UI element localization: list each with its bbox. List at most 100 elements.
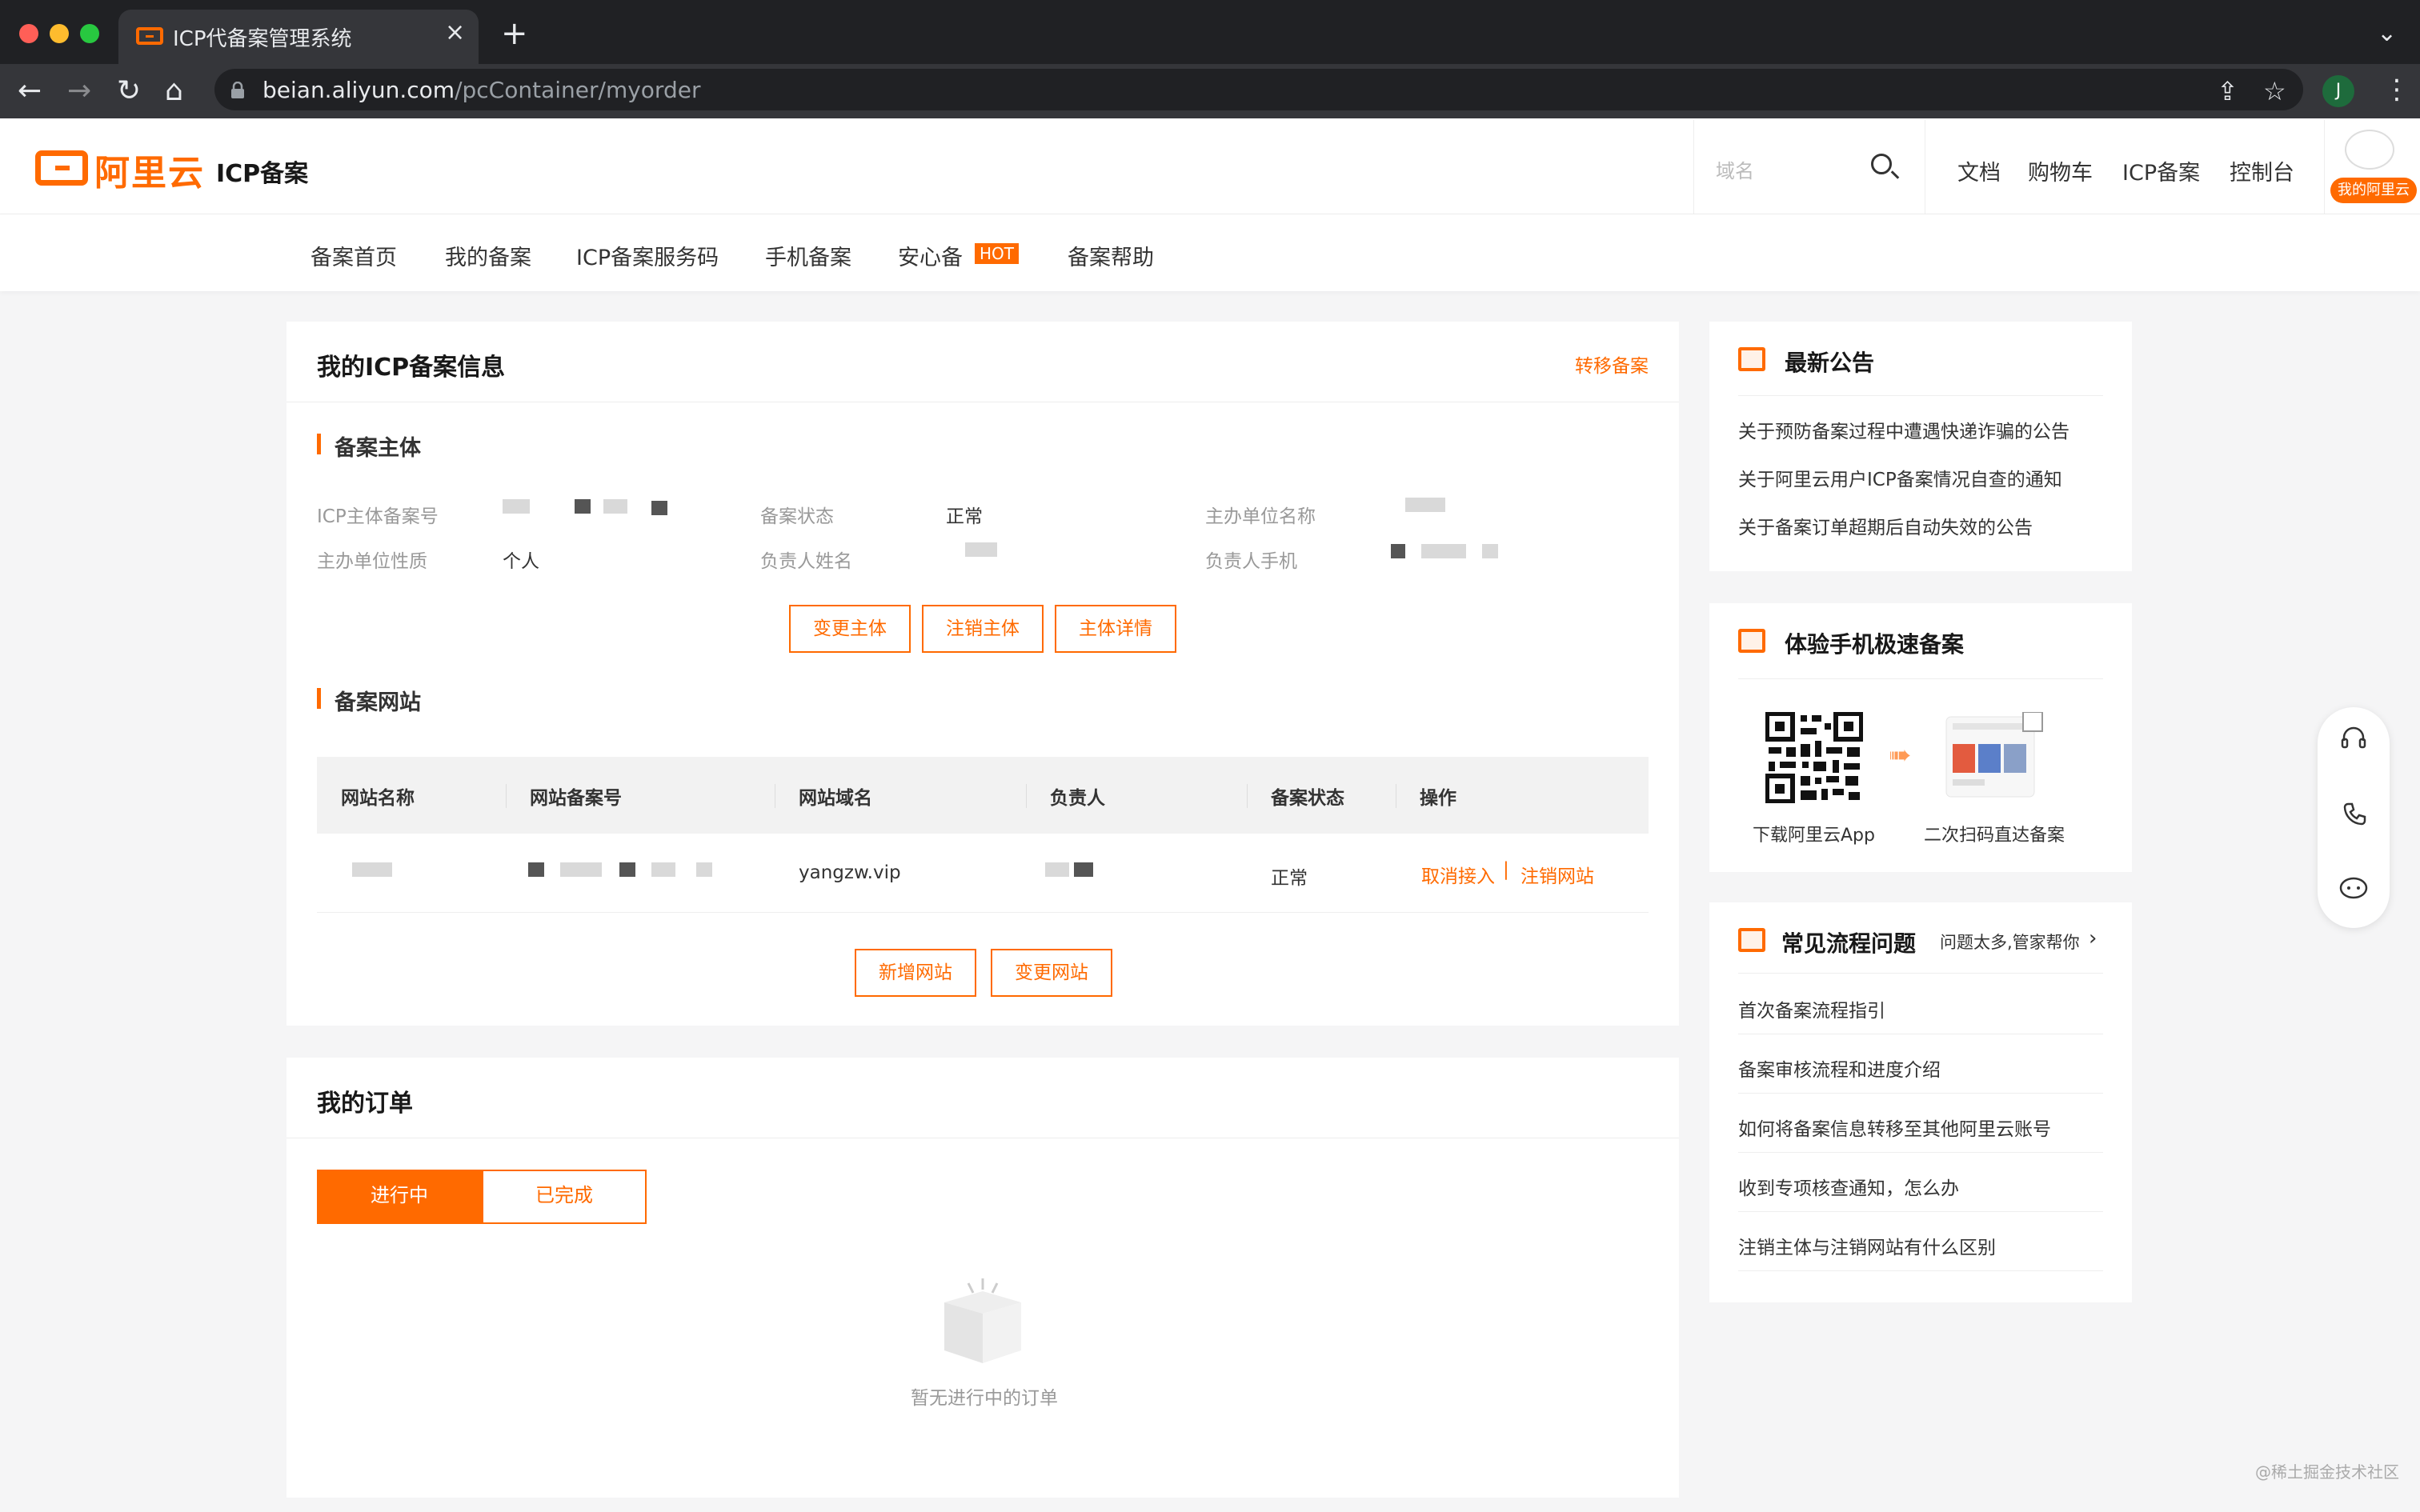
announcement-link[interactable]: 关于预防备案过程中遭遇快递诈骗的公告 <box>1738 416 2069 443</box>
browser-menu-icon[interactable]: ⋮ <box>2383 74 2410 106</box>
subject-section-title: 备案主体 <box>335 436 421 461</box>
header-link-docs[interactable]: 文档 <box>1957 155 2001 186</box>
my-aliyun-badge[interactable]: 我的阿里云 <box>2330 178 2417 203</box>
col-actions: 操作 <box>1420 788 1456 809</box>
arrow-right-icon: ➠ <box>1889 739 1912 771</box>
phone-icon[interactable] <box>2342 802 2367 827</box>
faq-helper-link[interactable]: 问题太多,管家帮你 <box>1940 930 2080 954</box>
mobile-title: 体验手机极速备案 <box>1785 631 1965 658</box>
forward-arrow-icon[interactable]: → <box>67 75 91 107</box>
tab-in-progress[interactable]: 进行中 <box>317 1170 482 1224</box>
item-divider <box>1738 1093 2103 1094</box>
deregister-subject-button[interactable]: 注销主体 <box>922 605 1044 653</box>
col-owner: 负责人 <box>1050 788 1105 809</box>
col-separator <box>1247 784 1248 808</box>
faq-item[interactable]: 注销主体与注销网站有什么区别 <box>1738 1232 1996 1259</box>
add-website-button[interactable]: 新增网站 <box>855 949 976 997</box>
cancel-access-link[interactable]: 取消接入 <box>1421 861 1495 888</box>
hot-badge: HOT <box>975 243 1019 264</box>
chevron-right-icon[interactable]: › <box>2089 926 2097 950</box>
app-download-qr-code[interactable] <box>1765 712 1863 803</box>
faq-icon <box>1738 928 1765 952</box>
tab-search-chevron-icon[interactable]: ⌄ <box>2377 19 2397 47</box>
home-icon[interactable]: ⌂ <box>165 75 183 107</box>
domain-search-input[interactable]: 域名 <box>1716 155 1754 183</box>
faq-item[interactable]: 首次备案流程指引 <box>1738 995 1885 1022</box>
profile-avatar[interactable]: J <box>2322 75 2354 107</box>
subnav-mobile[interactable]: 手机备案 <box>765 240 851 271</box>
app-scan-screen-icon <box>1945 712 2043 798</box>
col-domain: 网站域名 <box>799 788 872 809</box>
record-no-label: ICP主体备案号 <box>317 506 439 527</box>
owner-name-label: 负责人姓名 <box>760 551 852 572</box>
faq-item[interactable]: 如何将备案信息转移至其他阿里云账号 <box>1738 1114 2051 1141</box>
subnav-service-code[interactable]: ICP备案服务码 <box>576 240 719 271</box>
aliyun-favicon-icon <box>136 27 163 45</box>
product-name[interactable]: ICP备案 <box>216 154 308 189</box>
record-no-redacted <box>503 498 667 515</box>
row-divider <box>317 912 1649 913</box>
address-url[interactable]: beian.aliyun.com/pcContainer/myorder <box>262 77 700 103</box>
reload-icon[interactable]: ↻ <box>117 75 141 107</box>
col-separator <box>1026 784 1027 808</box>
websites-section-title: 备案网站 <box>335 690 421 715</box>
scan-caption: 二次扫码直达备案 <box>1924 826 2065 846</box>
tab-title: ICP代备案管理系统 <box>173 27 352 51</box>
icp-info-card <box>286 322 1679 1026</box>
subject-details-button[interactable]: 主体详情 <box>1055 605 1176 653</box>
org-name-label: 主办单位名称 <box>1205 506 1316 527</box>
faq-item[interactable]: 收到专项核查通知，怎么办 <box>1738 1173 1959 1200</box>
subnav-home[interactable]: 备案首页 <box>311 240 397 271</box>
customer-service-headset-icon[interactable] <box>2340 725 2367 752</box>
tab-close-icon[interactable]: × <box>445 21 465 45</box>
back-arrow-icon[interactable]: ← <box>18 75 42 107</box>
change-website-button[interactable]: 变更网站 <box>991 949 1112 997</box>
transfer-record-link[interactable]: 转移备案 <box>1575 350 1649 378</box>
change-subject-button[interactable]: 变更主体 <box>789 605 911 653</box>
window-minimize-button[interactable] <box>50 24 69 43</box>
window-zoom-button[interactable] <box>80 24 99 43</box>
new-tab-icon[interactable]: + <box>501 18 528 50</box>
aliyun-logo-icon[interactable] <box>35 150 88 186</box>
icp-info-title: 我的ICP备案信息 <box>317 354 506 382</box>
share-icon[interactable]: ⇪ <box>2217 77 2238 106</box>
lock-icon <box>231 82 244 98</box>
site-name-redacted <box>352 862 392 878</box>
logo-text[interactable]: 阿里云 <box>94 144 205 195</box>
card-divider <box>1738 678 2103 679</box>
announcement-link[interactable]: 关于阿里云用户ICP备案情况自查的通知 <box>1738 464 2062 491</box>
site-domain: yangzw.vip <box>799 862 901 883</box>
owner-phone-label: 负责人手机 <box>1205 551 1297 572</box>
url-host: beian.aliyun.com <box>262 77 455 103</box>
bookmark-star-icon[interactable]: ☆ <box>2263 77 2286 106</box>
watermark: @稀土掘金技术社区 <box>2255 1462 2399 1482</box>
header-link-icp[interactable]: ICP备案 <box>2122 155 2200 186</box>
subnav-my-records[interactable]: 我的备案 <box>445 240 531 271</box>
site-record-no-redacted <box>528 862 712 878</box>
site-owner-redacted <box>1045 862 1106 878</box>
window-close-button[interactable] <box>19 24 38 43</box>
org-type-value: 个人 <box>503 551 539 572</box>
header-link-console[interactable]: 控制台 <box>2230 155 2294 186</box>
empty-orders-text: 暂无进行中的订单 <box>911 1388 1058 1409</box>
status-value: 正常 <box>946 506 983 527</box>
user-avatar-icon[interactable] <box>2345 130 2394 170</box>
chat-bot-icon[interactable] <box>2338 875 2369 899</box>
col-site-name: 网站名称 <box>341 788 415 809</box>
mobile-icon <box>1738 629 1765 653</box>
empty-box-icon <box>944 1278 1021 1363</box>
announcement-icon <box>1738 347 1765 371</box>
search-icon[interactable] <box>1871 154 1892 174</box>
subnav-anxinbei[interactable]: 安心备 <box>898 240 963 271</box>
deregister-site-link[interactable]: 注销网站 <box>1521 861 1594 888</box>
item-divider <box>1738 1270 2103 1271</box>
faq-item[interactable]: 备案审核流程和进度介绍 <box>1738 1054 1941 1082</box>
card-divider <box>1738 973 2103 974</box>
org-type-label: 主办单位性质 <box>317 551 427 572</box>
subnav-help[interactable]: 备案帮助 <box>1068 240 1154 271</box>
tab-completed[interactable]: 已完成 <box>482 1170 647 1224</box>
status-label: 备案状态 <box>760 506 834 527</box>
announcement-link[interactable]: 关于备案订单超期后自动失效的公告 <box>1738 512 2033 539</box>
header-link-cart[interactable]: 购物车 <box>2028 155 2093 186</box>
orders-title: 我的订单 <box>317 1090 413 1118</box>
